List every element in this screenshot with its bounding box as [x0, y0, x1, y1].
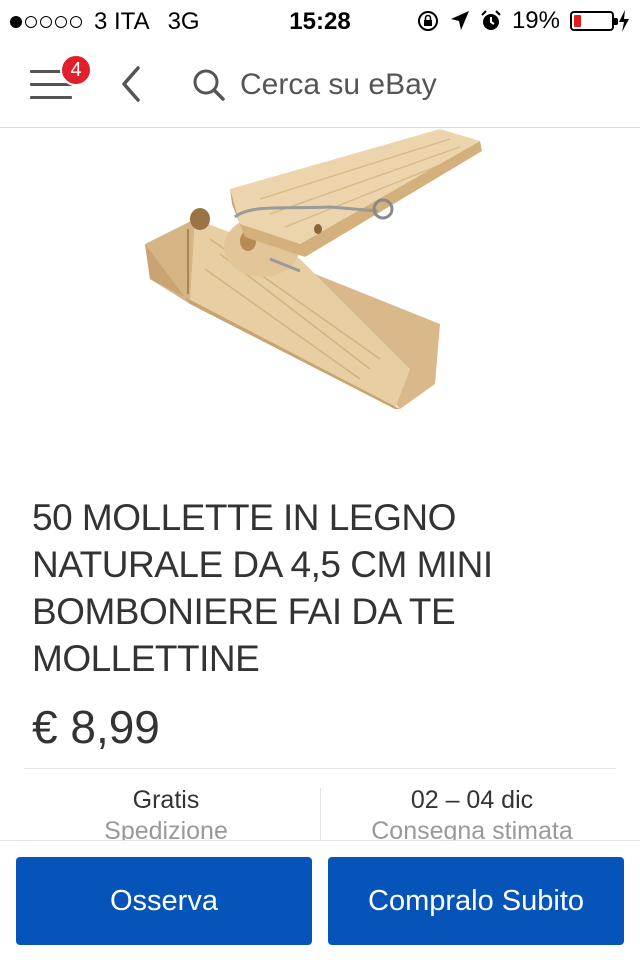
product-title: 50 MOLLETTE IN LEGNO NATURALE DA 4,5 CM …: [32, 497, 493, 679]
battery-percent: 19%: [511, 7, 560, 34]
battery-icon: [570, 11, 618, 31]
nav-bar: 4 Cerca su eBay: [0, 40, 640, 128]
status-right: 19%: [416, 7, 630, 35]
alarm-icon: [481, 10, 501, 30]
battery-level: [574, 15, 581, 27]
search-input[interactable]: Cerca su eBay: [192, 60, 612, 110]
status-bar: 3 ITA 3G 15:28 19%: [0, 0, 640, 40]
delivery-value: 02 – 04 dic: [410, 786, 534, 814]
info-separator: [320, 788, 321, 840]
product-image[interactable]: [0, 129, 640, 474]
watch-button[interactable]: Osserva: [16, 857, 312, 945]
lock-rotation-icon: [417, 11, 438, 31]
divider: [24, 768, 616, 769]
back-button[interactable]: [116, 64, 146, 104]
buy-now-button[interactable]: Compralo Subito: [328, 857, 624, 945]
clothespin-image: [145, 129, 482, 409]
shipping-value: Gratis: [132, 786, 200, 814]
delivery-info: 02 – 04 dic Consegna stimata: [322, 786, 622, 846]
search-placeholder: Cerca su eBay: [240, 68, 437, 101]
shipping-info: Gratis Spedizione: [16, 786, 316, 846]
location-arrow-icon: [450, 11, 469, 30]
notification-badge: 4: [60, 54, 92, 86]
back-chevron-icon: [122, 66, 140, 102]
search-icon: [193, 69, 225, 101]
charging-bolt-icon: [619, 10, 629, 32]
action-bar: Osserva Compralo Subito: [0, 840, 640, 960]
product-price: € 8,99: [32, 701, 160, 753]
